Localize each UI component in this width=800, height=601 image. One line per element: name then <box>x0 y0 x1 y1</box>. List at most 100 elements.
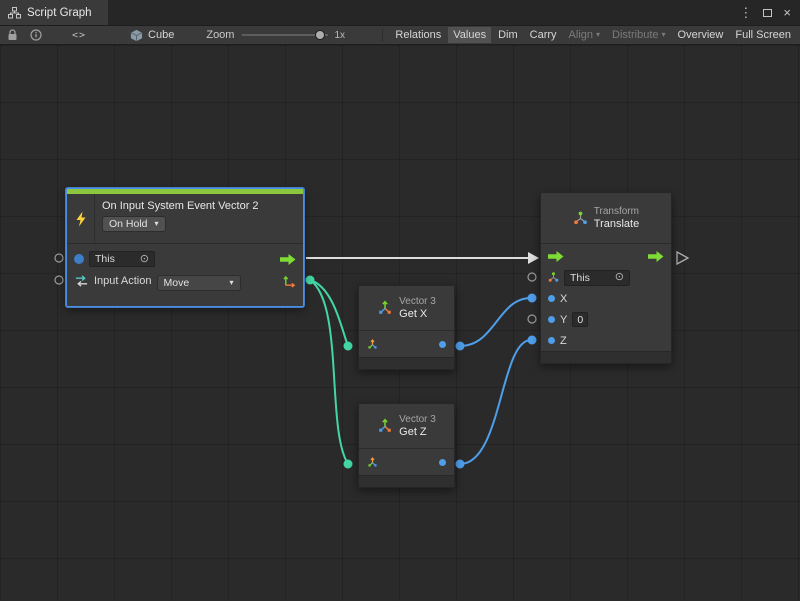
translate-footer <box>541 351 671 363</box>
getx-category: Vector 3 <box>399 296 436 307</box>
transform-icon <box>573 211 588 226</box>
translate-x-row: X <box>541 288 671 309</box>
carry-button[interactable]: Carry <box>525 27 562 43</box>
input-action-dropdown[interactable]: Move ▾ <box>157 275 241 291</box>
event-mode-value: On Hold <box>109 218 148 230</box>
port-getz-output[interactable] <box>456 460 465 469</box>
flow-input-arrow-icon[interactable] <box>548 251 564 262</box>
object-name: Cube <box>148 29 174 41</box>
translate-category: Transform <box>594 206 639 217</box>
getz-port-row <box>359 449 454 475</box>
event-this-field[interactable]: This ⊙ <box>89 251 155 267</box>
window-controls: ⋮ × <box>739 0 800 25</box>
tab-script-graph[interactable]: Script Graph <box>0 0 108 25</box>
wire-vector2-to-getz[interactable] <box>310 280 348 464</box>
info-icon[interactable] <box>30 29 42 41</box>
getx-title: Get X <box>399 308 436 320</box>
dim-button[interactable]: Dim <box>493 27 523 43</box>
port-translate-z[interactable] <box>528 336 537 345</box>
overview-button[interactable]: Overview <box>673 27 729 43</box>
z-label: Z <box>560 335 567 347</box>
target-object-chip[interactable]: Cube <box>130 29 174 42</box>
zoom-slider-handle[interactable] <box>315 30 325 40</box>
close-icon[interactable]: × <box>783 6 791 19</box>
zoom-value: 1x <box>334 30 345 41</box>
node-get-z[interactable]: Vector 3 Get Z <box>358 403 455 488</box>
port-vector2-output[interactable] <box>306 276 315 285</box>
titlebar: Script Graph ⋮ × <box>0 0 800 25</box>
y-label: Y <box>560 314 567 326</box>
event-node-title: On Input System Event Vector 2 <box>102 200 297 212</box>
wire-getx-to-x[interactable] <box>460 298 531 346</box>
translate-z-row: Z <box>541 330 671 351</box>
transform-icon <box>548 272 559 283</box>
event-this-row: This ⊙ <box>67 248 303 270</box>
getz-header: Vector 3 Get Z <box>359 404 454 449</box>
getz-category: Vector 3 <box>399 414 436 425</box>
port-event-action[interactable] <box>55 276 63 284</box>
chevron-down-icon: ▾ <box>662 31 666 39</box>
getz-output-dot[interactable] <box>439 459 446 466</box>
flow-output-arrow-icon[interactable] <box>648 251 664 262</box>
lightning-icon <box>67 194 95 243</box>
zoom-slider[interactable] <box>242 29 328 41</box>
port-getx-input[interactable] <box>344 342 353 351</box>
port-translate-this[interactable] <box>528 273 536 281</box>
event-action-row: Input Action Move ▾ <box>67 270 303 292</box>
chevron-down-icon: ▾ <box>596 31 600 39</box>
distribute-button[interactable]: Distribute ▾ <box>607 27 670 43</box>
getx-footer <box>359 357 454 369</box>
port-translate-x[interactable] <box>528 294 537 303</box>
vector3-input-icon[interactable] <box>367 339 378 350</box>
toolbar-buttons: Relations Values Dim Carry Align ▾ Distr… <box>377 27 797 43</box>
node-on-input-system-event[interactable]: On Input System Event Vector 2 On Hold ▾… <box>66 188 304 307</box>
flow-output-arrow-icon[interactable] <box>280 254 296 265</box>
wire-getz-to-z[interactable] <box>460 340 531 464</box>
graph-canvas[interactable]: On Input System Event Vector 2 On Hold ▾… <box>0 45 800 601</box>
input-action-label: Input Action <box>94 275 152 287</box>
input-action-icon <box>74 274 89 288</box>
relations-button[interactable]: Relations <box>390 27 446 43</box>
getz-title: Get Z <box>399 426 436 438</box>
port-translate-flow-out[interactable] <box>677 252 688 264</box>
menu-icon[interactable]: ⋮ <box>739 6 752 19</box>
lock-icon[interactable] <box>7 29 18 41</box>
event-node-body: This ⊙ Input Action Move <box>67 244 303 306</box>
getx-output-dot[interactable] <box>439 341 446 348</box>
flow-arrowhead <box>528 252 539 264</box>
vector3-icon <box>377 418 393 434</box>
align-button[interactable]: Align ▾ <box>564 27 605 43</box>
x-input-dot[interactable] <box>548 295 555 302</box>
toolbar-separator <box>382 29 383 42</box>
port-getz-input[interactable] <box>344 460 353 469</box>
port-getx-output[interactable] <box>456 342 465 351</box>
translate-this-row: This ⊙ <box>541 267 671 288</box>
chevron-down-icon: ▾ <box>155 220 159 228</box>
port-event-this[interactable] <box>55 254 63 262</box>
vector3-input-icon[interactable] <box>367 457 378 468</box>
node-get-x[interactable]: Vector 3 Get X <box>358 285 455 370</box>
distribute-label: Distribute <box>612 29 658 41</box>
event-this-label: This <box>95 253 115 265</box>
translate-flow-row <box>541 246 671 267</box>
getz-footer <box>359 475 454 487</box>
port-translate-y[interactable] <box>528 315 536 323</box>
node-translate[interactable]: Transform Translate <box>540 192 672 364</box>
values-button[interactable]: Values <box>448 27 491 43</box>
event-mode-dropdown[interactable]: On Hold ▾ <box>102 216 166 232</box>
fullscreen-button[interactable]: Full Screen <box>730 27 796 43</box>
translate-y-row: Y 0 <box>541 309 671 330</box>
y-value-field[interactable]: 0 <box>572 312 588 327</box>
vector2-output-icon[interactable] <box>283 275 296 288</box>
maximize-icon[interactable] <box>763 6 772 19</box>
chevron-down-icon: ▾ <box>229 279 233 287</box>
z-input-dot[interactable] <box>548 337 555 344</box>
translate-this-field[interactable]: This ⊙ <box>564 270 630 286</box>
translate-body: This ⊙ X Y 0 Z <box>541 244 671 351</box>
translate-this-label: This <box>570 272 590 284</box>
code-icon[interactable]: <> <box>72 30 86 41</box>
translate-header: Transform Translate <box>541 193 671 244</box>
wire-vector2-to-getx[interactable] <box>310 280 348 346</box>
y-input-dot[interactable] <box>548 316 555 323</box>
translate-title: Translate <box>594 218 639 230</box>
